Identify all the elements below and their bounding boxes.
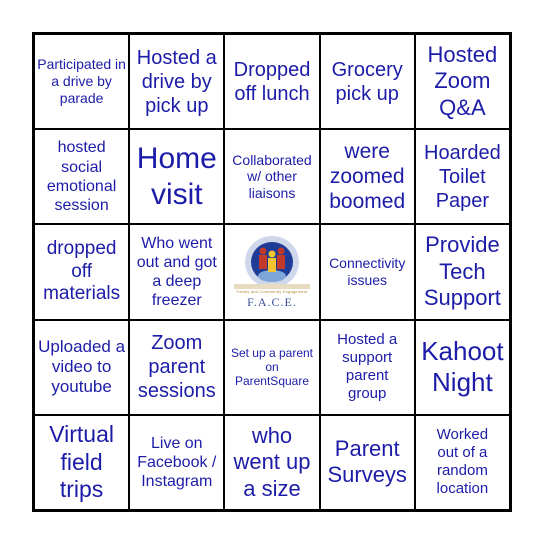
- bingo-cell[interactable]: Virtual field trips: [34, 414, 130, 510]
- cell-text: Who went out and got a deep freezer: [136, 234, 217, 310]
- cell-text: Collaborated w/ other liaisons: [232, 151, 312, 202]
- cell-text: Provide Tech Support: [423, 232, 501, 311]
- bingo-cell[interactable]: Worked out of a random location: [414, 414, 510, 510]
- cell-text: Worked out of a random location: [436, 426, 489, 498]
- cell-text: Set up a parent on ParentSquare: [230, 345, 314, 389]
- cell-text: Hosted a support parent group: [337, 331, 398, 403]
- bingo-cell[interactable]: Home visit: [129, 129, 225, 225]
- bingo-cell[interactable]: Parent Surveys: [319, 414, 415, 510]
- bingo-cell[interactable]: Set up a parent on ParentSquare: [224, 319, 320, 415]
- bingo-card: Participated in a drive by parade Hosted…: [32, 32, 512, 512]
- bingo-cell[interactable]: who went up a size: [224, 414, 320, 510]
- bingo-cell[interactable]: Collaborated w/ other liaisons: [224, 129, 320, 225]
- bingo-cell[interactable]: Kahoot Night: [414, 319, 510, 415]
- cell-text: Zoom parent sessions: [137, 332, 216, 403]
- bingo-cell[interactable]: Provide Tech Support: [414, 224, 510, 320]
- bingo-cell[interactable]: hosted social emotional session: [34, 129, 130, 225]
- cell-text: Kahoot Night: [421, 336, 504, 398]
- cell-text: Participated in a drive by parade: [37, 56, 126, 106]
- cell-text: Home visit: [136, 141, 217, 211]
- cell-text: dropped off materials: [43, 237, 121, 305]
- bingo-cell[interactable]: Hosted a drive by pick up: [129, 34, 225, 130]
- cell-text: were zoomed boomed: [329, 140, 406, 214]
- bingo-cell[interactable]: Live on Facebook / Instagram: [129, 414, 225, 510]
- face-logo: Family and Community Engagement F.A.C.E.: [230, 234, 314, 309]
- cell-text: Dropped off lunch: [233, 58, 311, 105]
- bingo-cell[interactable]: Uploaded a video to youtube: [34, 319, 130, 415]
- cell-text: Connectivity issues: [329, 255, 406, 288]
- bingo-cell[interactable]: Dropped off lunch: [224, 34, 320, 130]
- cell-text: Grocery pick up: [331, 58, 403, 105]
- cell-text: Virtual field trips: [49, 421, 114, 503]
- cell-text: Hoarded Toilet Paper: [424, 141, 501, 212]
- cell-text: Parent Surveys: [327, 436, 407, 488]
- bingo-cell[interactable]: Participated in a drive by parade: [34, 34, 130, 130]
- bingo-cell[interactable]: were zoomed boomed: [319, 129, 415, 225]
- cell-text: Hosted a drive by pick up: [136, 46, 217, 117]
- cell-text: hosted social emotional session: [46, 139, 117, 214]
- bingo-cell[interactable]: Hosted Zoom Q&A: [414, 34, 510, 130]
- cell-text: who went up a size: [233, 422, 311, 501]
- bingo-cell[interactable]: Grocery pick up: [319, 34, 415, 130]
- face-logo-emblem-icon: [233, 236, 310, 290]
- bingo-cell[interactable]: dropped off materials: [34, 224, 130, 320]
- free-space[interactable]: Family and Community Engagement F.A.C.E.: [224, 224, 320, 320]
- bingo-cell[interactable]: Hoarded Toilet Paper: [414, 129, 510, 225]
- bingo-cell[interactable]: Hosted a support parent group: [319, 319, 415, 415]
- cell-text: Uploaded a video to youtube: [38, 336, 126, 397]
- logo-acronym: F.A.C.E.: [247, 295, 297, 310]
- bingo-cell[interactable]: Zoom parent sessions: [129, 319, 225, 415]
- cell-text: Live on Facebook / Instagram: [137, 434, 217, 490]
- cell-text: Hosted Zoom Q&A: [427, 42, 498, 120]
- bingo-cell[interactable]: Connectivity issues: [319, 224, 415, 320]
- bingo-cell[interactable]: Who went out and got a deep freezer: [129, 224, 225, 320]
